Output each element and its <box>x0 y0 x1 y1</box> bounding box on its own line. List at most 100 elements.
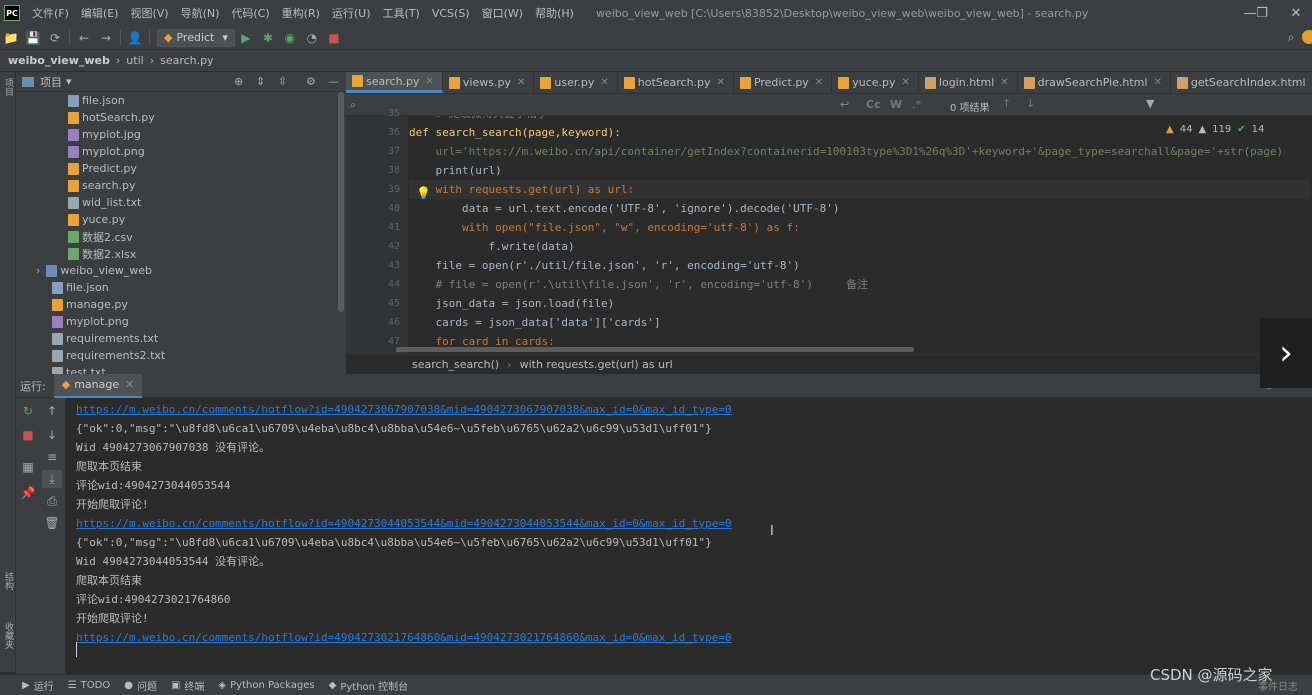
tree-item[interactable]: requirements.txt <box>52 330 158 347</box>
filter-icon[interactable]: ▼ <box>1146 97 1154 110</box>
menu-window[interactable]: 窗口(W) <box>476 5 529 21</box>
console-link[interactable]: https://m.weibo.cn/comments/hotflow?id=4… <box>76 514 732 533</box>
inspection-widget[interactable]: ▲ 44 ▲ 119 ✔ 14 <box>1166 124 1264 135</box>
breadcrumb-project[interactable]: weibo_view_web <box>8 54 110 67</box>
menu-file[interactable]: 文件(F) <box>26 5 75 21</box>
run-config-select[interactable]: ◆ Predict ▾ <box>157 28 235 47</box>
chevron-down-icon[interactable]: ▾ <box>66 75 72 88</box>
open-folder-icon[interactable]: 📁 <box>0 28 22 48</box>
editor-tab[interactable]: Predict.py ✕ <box>734 72 833 93</box>
hide-icon[interactable]: — <box>328 75 339 88</box>
code-line[interactable]: with open("file.json", "w", encoding='ut… <box>409 218 800 237</box>
tree-item[interactable]: Predict.py <box>68 160 137 177</box>
tree-item[interactable]: myplot.png <box>68 143 145 160</box>
code-line[interactable]: # file = open(r'.\util\file.json', 'r', … <box>409 275 868 294</box>
code-line[interactable]: url='https://m.weibo.cn/api/container/ge… <box>409 142 1283 161</box>
breadcrumb-folder[interactable]: util <box>126 54 143 67</box>
lightbulb-icon[interactable]: 💡 <box>416 186 431 200</box>
menu-view[interactable]: 视图(V) <box>124 5 174 21</box>
tree-item[interactable]: hotSearch.py <box>68 109 155 126</box>
gear-icon[interactable]: ⚙ <box>306 75 316 88</box>
next-occurrence-icon[interactable]: ↓ <box>1026 97 1035 110</box>
code-area[interactable]: # 爬取微博关键字帖子def search_search(page,keywor… <box>346 116 1312 354</box>
menu-edit[interactable]: 编辑(E) <box>75 5 125 21</box>
locate-icon[interactable]: ⊕ <box>234 75 243 88</box>
next-arrow-button[interactable]: › <box>1260 318 1312 388</box>
editor-tab[interactable]: views.py ✕ <box>443 72 535 93</box>
sync-icon[interactable]: ⟳ <box>44 28 66 48</box>
favorites-tool-tab[interactable]: 收藏夹 <box>1 622 15 649</box>
project-tool-tab[interactable]: 项目 <box>1 78 15 96</box>
menu-navigate[interactable]: 导航(N) <box>175 5 226 21</box>
close-icon[interactable]: ✕ <box>717 77 725 88</box>
code-line[interactable]: data = url.text.encode('UTF-8', 'ignore'… <box>409 199 840 218</box>
tree-item[interactable]: › weibo_view_web <box>36 262 152 279</box>
code-line[interactable]: print(url) <box>409 161 501 180</box>
save-all-icon[interactable]: 💾 <box>22 28 44 48</box>
code-line[interactable]: with requests.get(url) as url: <box>409 180 1309 199</box>
close-icon[interactable]: ✕ <box>426 76 434 87</box>
expand-all-icon[interactable]: ⇕ <box>256 75 265 88</box>
close-icon[interactable]: ✕ <box>600 77 608 88</box>
tree-item[interactable]: search.py <box>68 177 136 194</box>
tree-item[interactable]: file.json <box>52 279 109 296</box>
tree-item[interactable]: requirements2.txt <box>52 347 165 364</box>
tree-item[interactable]: 数据2.xlsx <box>68 245 136 262</box>
code-line[interactable]: cards = json_data['data']['cards'] <box>409 313 660 332</box>
close-icon[interactable]: ✕ <box>902 77 910 88</box>
menu-run[interactable]: 运行(U) <box>326 5 377 21</box>
tree-item[interactable]: wid_list.txt <box>68 194 141 211</box>
menu-refactor[interactable]: 重构(R) <box>276 5 326 21</box>
close-icon[interactable]: ✕ <box>1153 77 1161 88</box>
code-line[interactable]: file = open(r'./util/file.json', 'r', en… <box>409 256 799 275</box>
structure-tool-tab[interactable]: 结构 <box>1 572 15 590</box>
editor-tab[interactable]: getSearchIndex.html✕ <box>1171 72 1312 93</box>
project-scrollbar[interactable] <box>338 92 344 312</box>
profile-icon[interactable]: ◔ <box>301 28 323 48</box>
statusbar-python-packages[interactable]: ◈ Python Packages <box>218 680 314 691</box>
search-icon[interactable]: ⌕ <box>1280 28 1302 48</box>
code-line[interactable]: f.write(data) <box>409 237 574 256</box>
code-breadcrumb-function[interactable]: search_search() <box>412 358 499 371</box>
stop-icon[interactable]: ■ <box>323 28 345 48</box>
code-line[interactable]: def search_search(page,keyword): <box>409 123 621 142</box>
tree-item[interactable]: test.txt <box>52 364 106 374</box>
editor-tab[interactable]: login.html ✕ <box>919 72 1018 93</box>
back-icon[interactable]: ← <box>73 28 95 48</box>
run-tab-manage[interactable]: ◆ manage ✕ <box>53 373 143 398</box>
editor-tab[interactable]: hotSearch.py ✕ <box>618 72 734 93</box>
statusbar-todo[interactable]: ☰ TODO <box>68 680 111 691</box>
coverage-icon[interactable]: ◉ <box>279 28 301 48</box>
code-breadcrumb-with[interactable]: with requests.get(url) as url <box>520 358 673 371</box>
forward-icon[interactable]: → <box>95 28 117 48</box>
statusbar-problems[interactable]: ● 问题 <box>124 678 157 693</box>
statusbar-run[interactable]: ▶ 运行 <box>22 678 54 693</box>
statusbar-python-console[interactable]: ◆ Python 控制台 <box>329 678 409 693</box>
close-icon[interactable]: ✕ <box>815 77 823 88</box>
code-line[interactable]: # 爬取微博关键字帖子 <box>409 116 547 123</box>
close-icon[interactable]: ✕ <box>1276 0 1312 26</box>
project-panel-title[interactable]: 项目 <box>40 74 62 90</box>
match-case-icon[interactable]: Cc <box>866 98 881 111</box>
editor-tab[interactable]: user.py ✕ <box>534 72 618 93</box>
update-icon[interactable] <box>1302 30 1312 44</box>
statusbar-terminal[interactable]: ▣ 终端 <box>171 678 204 693</box>
run-icon[interactable]: ▶ <box>235 28 257 48</box>
previous-occurrence-icon[interactable]: ↑ <box>1002 97 1011 110</box>
chevron-right-icon[interactable]: › <box>36 264 40 277</box>
search-icon[interactable]: ⌕ <box>350 98 356 112</box>
menu-code[interactable]: 代码(C) <box>225 5 275 21</box>
regex-icon[interactable]: .* <box>912 98 921 111</box>
close-icon[interactable]: ✕ <box>517 77 525 88</box>
menu-help[interactable]: 帮助(H) <box>529 5 580 21</box>
close-icon[interactable]: ✕ <box>125 378 134 391</box>
tree-item[interactable]: myplot.jpg <box>68 126 141 143</box>
editor-tab[interactable]: search.py ✕ <box>346 72 443 93</box>
replace-icon[interactable]: ↩ <box>840 98 849 111</box>
editor-tab[interactable]: drawSearchPie.html ✕ <box>1018 72 1171 93</box>
tree-item[interactable]: manage.py <box>52 296 128 313</box>
console-link[interactable]: https://m.weibo.cn/comments/hotflow?id=4… <box>76 628 732 647</box>
user-icon[interactable]: 👤 <box>124 28 146 48</box>
code-line[interactable]: json_data = json.load(file) <box>409 294 614 313</box>
console-link[interactable]: https://m.weibo.cn/comments/hotflow?id=4… <box>76 400 732 419</box>
